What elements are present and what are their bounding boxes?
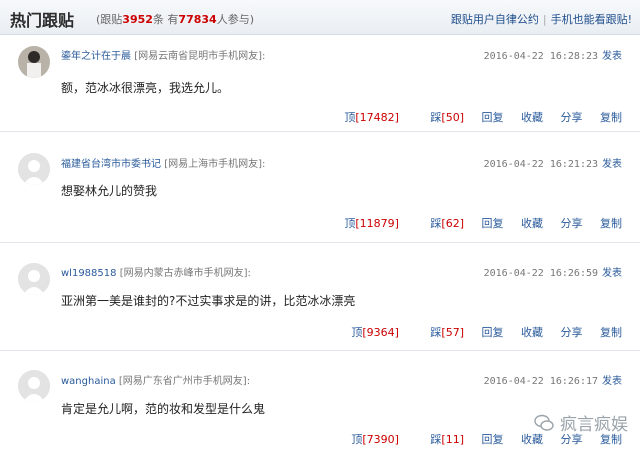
share-button[interactable]: 分享 xyxy=(561,111,583,124)
mobile-link[interactable]: 手机也能看跟贴! xyxy=(551,13,632,26)
reply-button[interactable]: 回复 xyxy=(482,111,504,124)
collect-button[interactable]: 收藏 xyxy=(521,326,543,339)
up-button[interactable]: 顶[9364] xyxy=(337,326,399,339)
comment-actions: 顶[11879] 踩[62] 回复 收藏 分享 复制 xyxy=(316,215,622,231)
copy-button[interactable]: 复制 xyxy=(600,111,622,124)
watermark: 疯言疯娱 xyxy=(534,410,628,435)
header-links: 跟贴用户自律公约 | 手机也能看跟贴! xyxy=(450,13,632,26)
share-button[interactable]: 分享 xyxy=(561,326,583,339)
comment-meta: 福建省台湾市市委书记 [网易上海市手机网友]: xyxy=(61,155,265,170)
comment-item: 福建省台湾市市委书记 [网易上海市手机网友]: 2016-04-22 16:21… xyxy=(0,138,640,243)
comment-meta: 鎏年之计在于晨 [网易云南省昆明市手机网友]: xyxy=(61,47,265,62)
comment-meta: wl1988518 [网易内蒙古赤峰市手机网友]: xyxy=(61,264,251,279)
up-button[interactable]: 顶[7390] xyxy=(337,433,399,446)
user-location: [网易上海市手机网友]: xyxy=(164,159,266,170)
comment-text: 亚洲第一美是谁封的?不过实事求是的讲，比范冰冰漂亮 xyxy=(61,294,356,308)
comment-text: 额，范冰冰很漂亮，我选允儿。 xyxy=(61,81,230,95)
comment-actions: 顶[9364] 踩[57] 回复 收藏 分享 复制 xyxy=(323,324,622,340)
username[interactable]: wl1988518 xyxy=(61,268,117,279)
comment-actions: 顶[17482] 踩[50] 回复 收藏 分享 复制 xyxy=(316,109,622,125)
comment-time: 2016-04-22 16:28:23 发表 xyxy=(483,51,622,62)
reply-button[interactable]: 回复 xyxy=(482,217,504,230)
reply-button[interactable]: 回复 xyxy=(482,326,504,339)
copy-button[interactable]: 复制 xyxy=(600,217,622,230)
watermark-text: 疯言疯娱 xyxy=(560,415,628,435)
reply-button[interactable]: 回复 xyxy=(482,433,504,446)
comment-time: 2016-04-22 16:26:17 发表 xyxy=(483,376,622,387)
page-title: 热门跟贴 xyxy=(10,11,75,30)
down-button[interactable]: 踩[62] xyxy=(416,217,464,230)
user-location: [网易云南省昆明市手机网友]: xyxy=(134,51,266,62)
username[interactable]: 鎏年之计在于晨 xyxy=(61,51,131,62)
comment-item: wanghaina [网易广东省广州市手机网友]: 2016-04-22 16:… xyxy=(0,358,640,453)
username[interactable]: wanghaina xyxy=(61,376,116,387)
up-button[interactable]: 顶[11879] xyxy=(330,217,399,230)
comment-meta: wanghaina [网易广东省广州市手机网友]: xyxy=(61,372,250,387)
avatar[interactable] xyxy=(18,370,50,402)
share-button[interactable]: 分享 xyxy=(561,217,583,230)
comment-time: 2016-04-22 16:21:23 发表 xyxy=(483,159,622,170)
rules-link[interactable]: 跟贴用户自律公约 xyxy=(451,13,539,26)
avatar[interactable] xyxy=(18,153,50,185)
comment-time: 2016-04-22 16:26:59 发表 xyxy=(483,268,622,279)
comment-text: 肯定是允儿啊，范的妆和发型是什么鬼 xyxy=(61,402,266,416)
comment-item: 鎏年之计在于晨 [网易云南省昆明市手机网友]: 2016-04-22 16:28… xyxy=(0,35,640,132)
wechat-icon xyxy=(534,414,554,431)
avatar[interactable] xyxy=(18,46,50,78)
up-button[interactable]: 顶[17482] xyxy=(330,111,399,124)
copy-button[interactable]: 复制 xyxy=(600,326,622,339)
comments-header: 热门跟贴 (跟贴3952条 有77834人参与) 跟贴用户自律公约 | 手机也能看跟… xyxy=(0,0,640,35)
comment-text: 想娶林允儿的赞我 xyxy=(61,184,158,198)
user-location: [网易内蒙古赤峰市手机网友]: xyxy=(119,268,251,279)
collect-button[interactable]: 收藏 xyxy=(521,217,543,230)
down-button[interactable]: 踩[57] xyxy=(416,326,464,339)
comment-stats: (跟贴3952条 有77834人参与) xyxy=(96,13,254,26)
down-button[interactable]: 踩[11] xyxy=(416,433,464,446)
collect-button[interactable]: 收藏 xyxy=(521,111,543,124)
down-button[interactable]: 踩[50] xyxy=(416,111,464,124)
username[interactable]: 福建省台湾市市委书记 xyxy=(61,159,161,170)
user-location: [网易广东省广州市手机网友]: xyxy=(118,376,251,387)
comment-item: wl1988518 [网易内蒙古赤峰市手机网友]: 2016-04-22 16:… xyxy=(0,250,640,351)
avatar[interactable] xyxy=(18,263,50,295)
